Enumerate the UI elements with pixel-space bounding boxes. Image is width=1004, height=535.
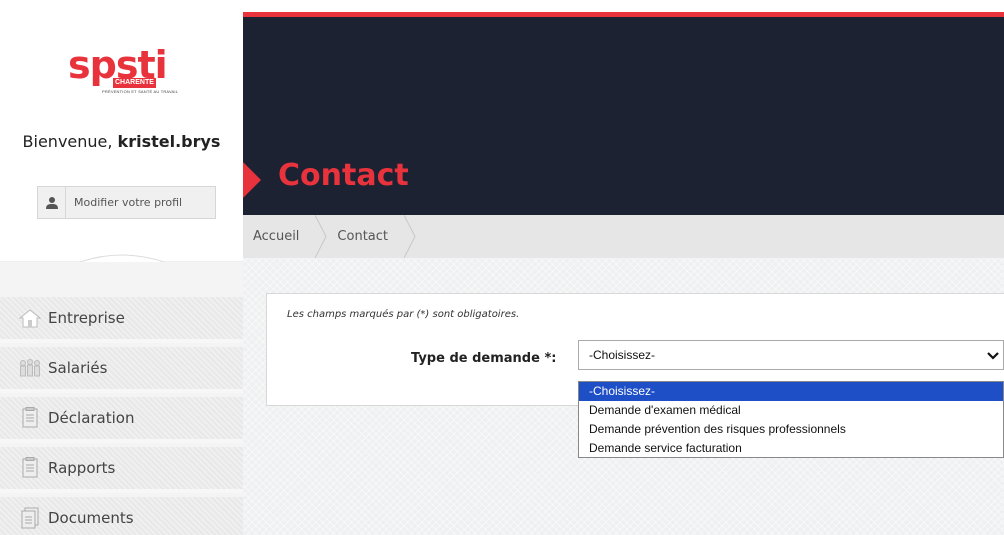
documents-icon [18, 506, 42, 530]
dropdown-option[interactable]: Demande prévention des risques professio… [579, 420, 1003, 439]
dropdown-option[interactable]: Demande d'examen médical [579, 401, 1003, 420]
sidebar-item-rapports[interactable]: Rapports [0, 447, 243, 493]
request-type-label: Type de demande *: [411, 351, 557, 366]
spsti-logo[interactable]: spsti CHARENTE PRÉVENTION ET SANTÉ AU TR… [68, 46, 178, 106]
user-icon [38, 187, 66, 218]
breadcrumb-current[interactable]: Contact [327, 215, 404, 258]
sidebar-item-entreprise[interactable]: Entreprise [0, 297, 243, 343]
sidebar-item-salaries[interactable]: Salariés [0, 347, 243, 393]
required-fields-note: Les champs marqués par (*) sont obligato… [287, 309, 520, 320]
edit-profile-label: Modifier votre profil [74, 196, 183, 209]
username: kristel.brys [117, 132, 221, 151]
breadcrumb-separator-icon [315, 215, 327, 258]
breadcrumb-separator-icon [404, 215, 416, 258]
sidebar-item-label: Déclaration [48, 409, 135, 427]
chevron-down-icon [987, 350, 999, 364]
welcome-message: Bienvenue, kristel.brys [0, 132, 243, 151]
request-type-dropdown: -Choisissez- Demande d'examen médical De… [578, 381, 1004, 458]
document-icon [18, 406, 42, 430]
sidebar-item-label: Entreprise [48, 309, 125, 327]
logo-badge: CHARENTE [113, 78, 156, 88]
request-type-value: -Choisissez- [589, 348, 656, 362]
edit-profile-button[interactable]: Modifier votre profil [37, 186, 216, 219]
home-icon [18, 306, 42, 330]
breadcrumb-home[interactable]: Accueil [243, 215, 315, 258]
sidebar-item-declaration[interactable]: Déclaration [0, 397, 243, 443]
request-type-select[interactable]: -Choisissez- [578, 340, 1004, 370]
people-icon [18, 356, 42, 380]
report-icon [18, 456, 42, 480]
title-arrow-icon [243, 162, 261, 198]
sidebar-item-label: Rapports [48, 459, 116, 477]
sidebar: spsti CHARENTE PRÉVENTION ET SANTÉ AU TR… [0, 0, 243, 535]
logo-tagline: PRÉVENTION ET SANTÉ AU TRAVAIL [102, 89, 179, 94]
page-header: Contact [243, 17, 1004, 215]
breadcrumb: Accueil Contact [243, 215, 1004, 258]
dropdown-option[interactable]: Demande service facturation [579, 439, 1003, 458]
welcome-prefix: Bienvenue, [22, 132, 118, 151]
sidebar-item-label: Salariés [48, 359, 108, 377]
dropdown-option[interactable]: -Choisissez- [579, 382, 1003, 401]
sidebar-item-documents[interactable]: Documents [0, 497, 243, 535]
sidebar-item-label: Documents [48, 509, 134, 527]
page-title: Contact [278, 158, 409, 193]
